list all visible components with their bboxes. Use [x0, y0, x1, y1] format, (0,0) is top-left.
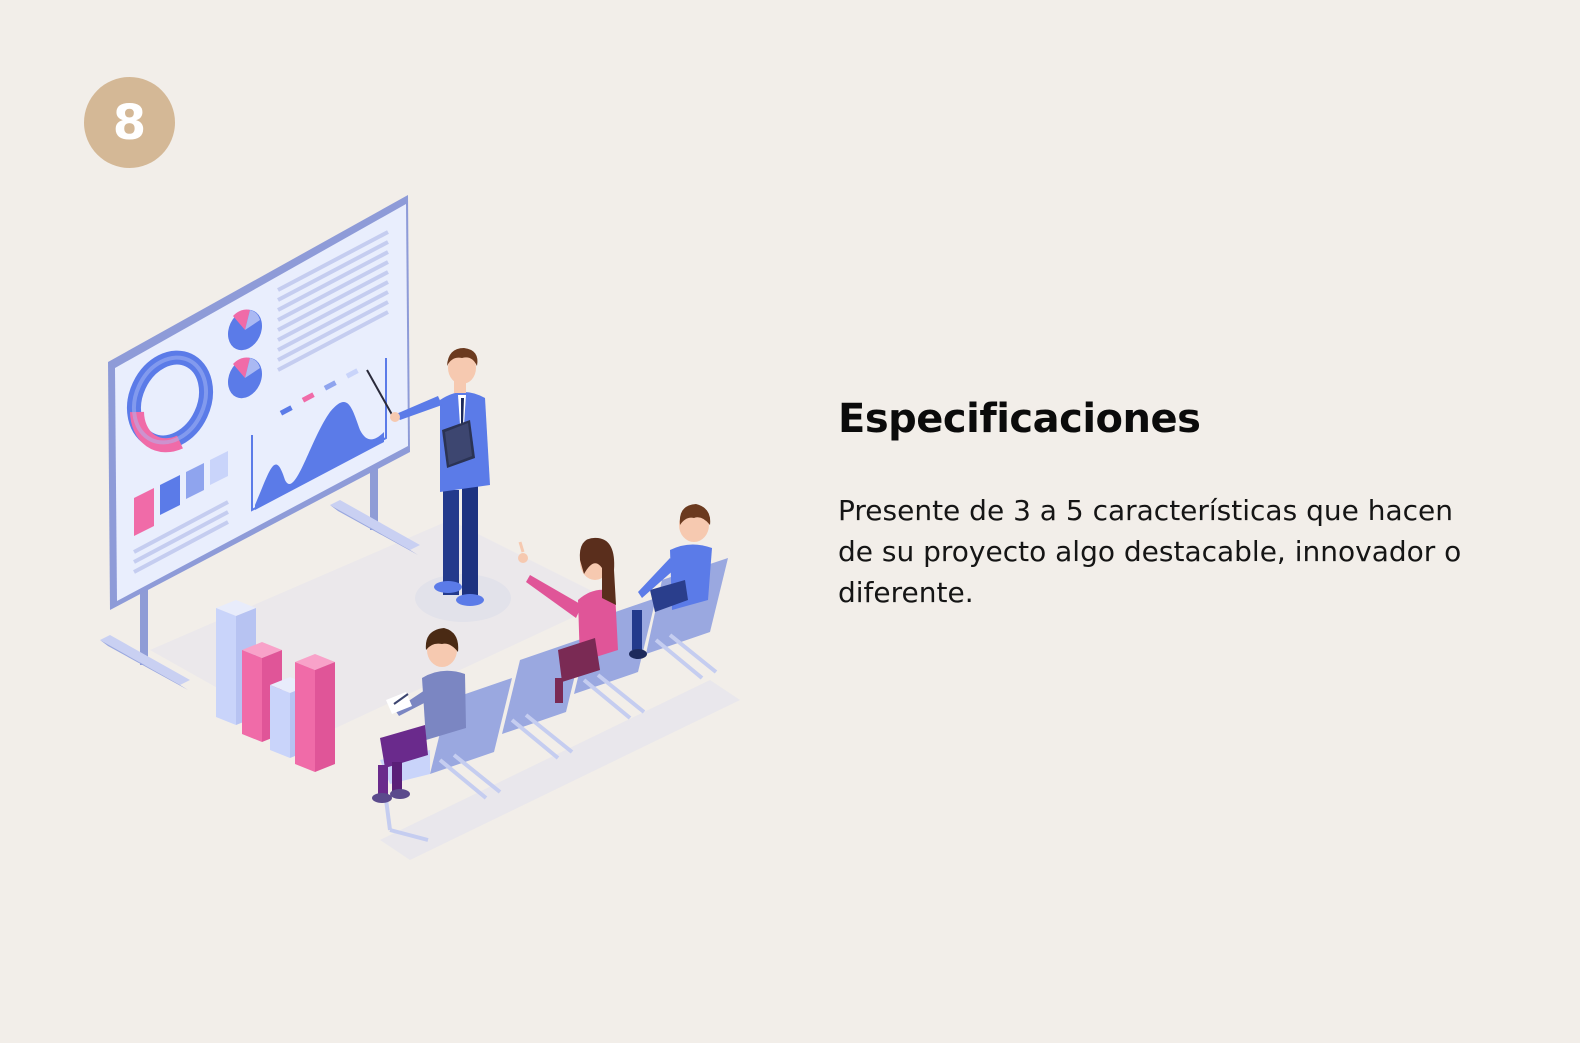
- slide-description: Presente de 3 a 5 características que ha…: [838, 494, 1462, 609]
- page-number: 8: [112, 94, 147, 151]
- slide: 8 Especificaciones Presente de 3 a 5 car…: [0, 0, 1580, 1043]
- presentation-illustration: [100, 195, 740, 860]
- page-number-badge: 8: [84, 77, 175, 168]
- slide-title: Especificaciones: [838, 396, 1201, 442]
